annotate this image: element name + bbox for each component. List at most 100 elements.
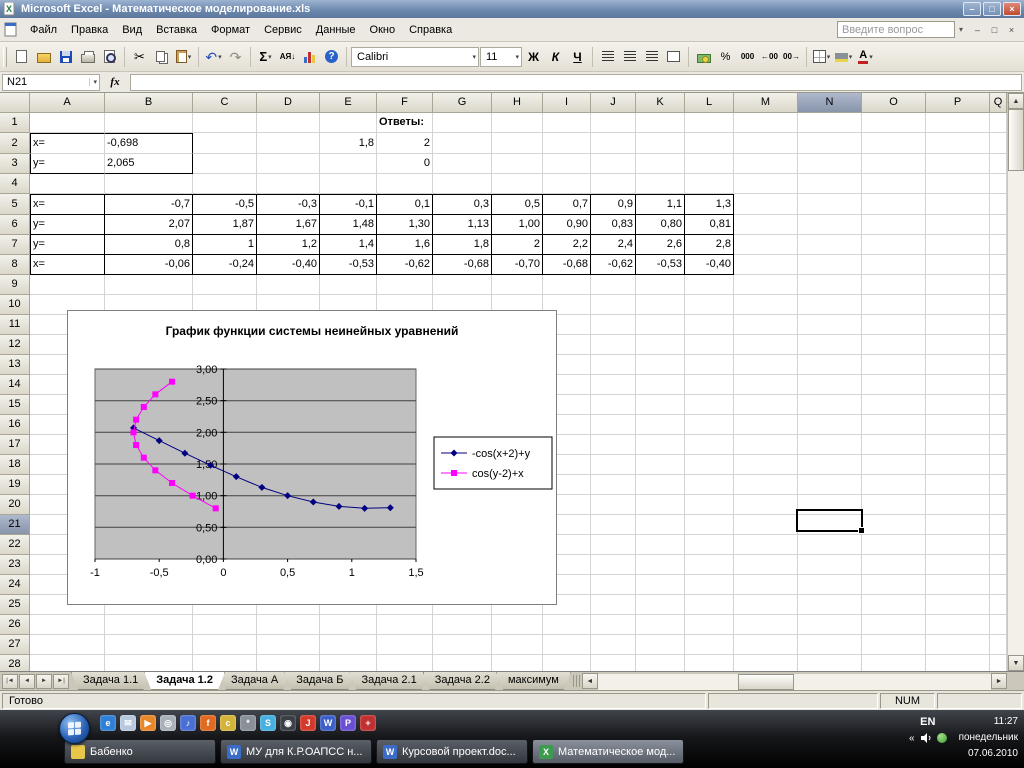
cell-J5[interactable]: 0,9 [591, 194, 636, 215]
cell-O10[interactable] [862, 295, 926, 315]
cell-A26[interactable] [30, 615, 105, 635]
cell-M27[interactable] [734, 635, 798, 655]
cell-M13[interactable] [734, 355, 798, 375]
photoshop-icon[interactable]: P [340, 715, 356, 731]
cell-A6[interactable]: y= [30, 215, 105, 235]
cell-partial-22[interactable] [990, 535, 1007, 555]
cell-L15[interactable] [685, 395, 734, 415]
cell-N16[interactable] [798, 415, 862, 435]
cell-J20[interactable] [591, 495, 636, 515]
cell-L19[interactable] [685, 475, 734, 495]
cell-N12[interactable] [798, 335, 862, 355]
cell-partial-9[interactable] [990, 275, 1007, 295]
cell-partial-16[interactable] [990, 415, 1007, 435]
cell-O28[interactable] [862, 655, 926, 671]
cell-L8[interactable]: -0,40 [685, 255, 734, 275]
cell-L6[interactable]: 0,81 [685, 215, 734, 235]
cell-G4[interactable] [433, 174, 492, 194]
cell-D3[interactable] [257, 154, 320, 174]
clock[interactable]: 11:27 понедельник 07.06.2010 [959, 714, 1018, 762]
cell-P17[interactable] [926, 435, 990, 455]
cell-F1[interactable]: Ответы: [377, 113, 433, 133]
cell-K28[interactable] [636, 655, 685, 671]
row-header-5[interactable]: 5 [0, 194, 30, 215]
undo-dropdown-icon[interactable]: ▾ [218, 53, 222, 61]
scroll-right-button[interactable]: ► [991, 673, 1007, 689]
cell-B5[interactable]: -0,7 [105, 194, 193, 215]
cell-L18[interactable] [685, 455, 734, 475]
horizontal-scrollbar[interactable]: ◄ ► [581, 672, 1007, 690]
cell-H8[interactable]: -0,70 [492, 255, 543, 275]
cell-B8[interactable]: -0,06 [105, 255, 193, 275]
decrease-decimal-button[interactable]: 00→ [781, 46, 802, 68]
row-header-15[interactable]: 15 [0, 395, 30, 415]
cell-J22[interactable] [591, 535, 636, 555]
cell-M17[interactable] [734, 435, 798, 455]
cell-C8[interactable]: -0,24 [193, 255, 257, 275]
cell-K13[interactable] [636, 355, 685, 375]
cell-B7[interactable]: 0,8 [105, 235, 193, 255]
cell-O4[interactable] [862, 174, 926, 194]
cell-N11[interactable] [798, 315, 862, 335]
cell-P21[interactable] [926, 515, 990, 535]
open-button[interactable] [33, 46, 54, 68]
cell-L25[interactable] [685, 595, 734, 615]
cell-P14[interactable] [926, 375, 990, 395]
cell-L5[interactable]: 1,3 [685, 194, 734, 215]
cell-P6[interactable] [926, 215, 990, 235]
cell-H1[interactable] [492, 113, 543, 133]
toolbar-grip[interactable] [3, 46, 7, 67]
cell-F27[interactable] [377, 635, 433, 655]
cell-I28[interactable] [543, 655, 591, 671]
cell-G7[interactable]: 1,8 [433, 235, 492, 255]
question-box[interactable]: Введите вопрос [836, 21, 955, 38]
cell-J3[interactable] [591, 154, 636, 174]
cell-H5[interactable]: 0,5 [492, 194, 543, 215]
cell-L16[interactable] [685, 415, 734, 435]
cell-N1[interactable] [798, 113, 862, 133]
taskbar-window-1[interactable]: Бабенко [64, 739, 216, 764]
sheet-tab-1[interactable]: Задача 1.1 [71, 672, 150, 690]
cell-G2[interactable] [433, 133, 492, 154]
cell-partial-17[interactable] [990, 435, 1007, 455]
cell-partial-24[interactable] [990, 575, 1007, 595]
cell-P5[interactable] [926, 194, 990, 215]
winamp-icon[interactable]: ♪ [180, 715, 196, 731]
cell-O6[interactable] [862, 215, 926, 235]
name-box[interactable]: N21 ▾ [2, 73, 100, 91]
column-header-M[interactable]: M [734, 93, 798, 113]
column-header-D[interactable]: D [257, 93, 320, 113]
row-header-11[interactable]: 11 [0, 315, 30, 335]
cell-M8[interactable] [734, 255, 798, 275]
cell-M9[interactable] [734, 275, 798, 295]
cell-F26[interactable] [377, 615, 433, 635]
close-button[interactable]: × [1003, 2, 1021, 16]
row-header-13[interactable]: 13 [0, 355, 30, 375]
cell-N17[interactable] [798, 435, 862, 455]
cell-L13[interactable] [685, 355, 734, 375]
row-header-2[interactable]: 2 [0, 133, 30, 154]
cell-G27[interactable] [433, 635, 492, 655]
cell-M3[interactable] [734, 154, 798, 174]
row-header-10[interactable]: 10 [0, 295, 30, 315]
word-icon[interactable]: W [320, 715, 336, 731]
cell-O19[interactable] [862, 475, 926, 495]
cell-N24[interactable] [798, 575, 862, 595]
new-document-button[interactable] [11, 46, 32, 68]
cell-F9[interactable] [377, 275, 433, 295]
taskbar-window-2[interactable]: W МУ для К.Р.ОАПСС н... [220, 739, 372, 764]
workbook-minimize-button[interactable]: – [970, 23, 985, 36]
cell-J24[interactable] [591, 575, 636, 595]
cell-O1[interactable] [862, 113, 926, 133]
row-header-22[interactable]: 22 [0, 535, 30, 555]
cell-L22[interactable] [685, 535, 734, 555]
column-header-L[interactable]: L [685, 93, 734, 113]
cell-J13[interactable] [591, 355, 636, 375]
menu-item-4[interactable]: Вставка [149, 20, 204, 40]
cell-M12[interactable] [734, 335, 798, 355]
cell-partial-20[interactable] [990, 495, 1007, 515]
cell-O18[interactable] [862, 455, 926, 475]
cell-M2[interactable] [734, 133, 798, 154]
cell-O16[interactable] [862, 415, 926, 435]
cell-C6[interactable]: 1,87 [193, 215, 257, 235]
